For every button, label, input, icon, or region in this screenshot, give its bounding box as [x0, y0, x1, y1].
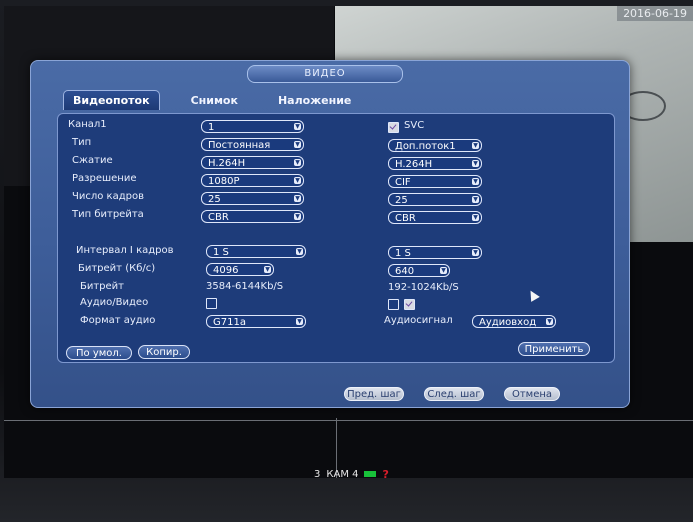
chevron-down-icon: ▼	[294, 141, 301, 148]
main-bitrate-select[interactable]: 4096 ▼	[206, 263, 274, 276]
sub-bitrate-type-select[interactable]: CBR ▼	[388, 211, 482, 224]
sub-audio-checkbox[interactable]	[404, 299, 415, 310]
resolution-label: Разрешение	[72, 173, 137, 184]
chevron-down-icon: ▼	[472, 196, 479, 203]
camera-name: КАМ 4	[326, 468, 359, 479]
audio-source-label: Аудиосигнал	[384, 315, 453, 326]
camera-status-bar: 3 КАМ 4 ?	[314, 467, 389, 479]
main-audio-video-checkbox[interactable]	[206, 298, 217, 309]
sub-frame-rate-select[interactable]: 25 ▼	[388, 193, 482, 206]
iframe-interval-label: Интервал I кадров	[76, 245, 174, 256]
cancel-button[interactable]: Отмена	[504, 387, 560, 401]
sub-type-select[interactable]: Доп.поток1 ▼	[388, 139, 482, 152]
stream-settings-panel: Канал1 1 ▼ SVC Тип Постоянная ▼ Доп.поток1…	[57, 113, 615, 363]
compression-label: Сжатие	[72, 155, 113, 166]
sub-iframe-select[interactable]: 1 S ▼	[388, 246, 482, 259]
chevron-down-icon: ▼	[440, 267, 447, 274]
chevron-down-icon: ▼	[546, 318, 553, 325]
frame-rate-label: Число кадров	[72, 191, 144, 202]
type-label: Тип	[72, 137, 92, 148]
next-step-button[interactable]: След. шаг	[424, 387, 484, 401]
main-frame-rate-select[interactable]: 25 ▼	[201, 192, 304, 205]
apply-button[interactable]: Применить	[518, 342, 590, 356]
dialog-title: ВИДЕО	[247, 65, 403, 83]
chevron-down-icon: ▼	[472, 160, 479, 167]
tab-bar: Видеопоток Снимок Наложение	[63, 90, 360, 110]
channel-label: Канал1	[68, 119, 107, 130]
sub-bitrate-select[interactable]: 640 ▼	[388, 264, 450, 277]
main-iframe-select[interactable]: 1 S ▼	[206, 245, 306, 258]
sub-resolution-select[interactable]: CIF ▼	[388, 175, 482, 188]
bitrate-type-label: Тип битрейта	[72, 209, 144, 220]
tab-snapshot[interactable]: Снимок	[182, 91, 247, 110]
copy-button[interactable]: Копир.	[138, 345, 190, 359]
chevron-down-icon: ▼	[294, 195, 301, 202]
chevron-down-icon: ▼	[294, 177, 301, 184]
audio-format-label: Формат аудио	[80, 315, 156, 326]
chevron-down-icon: ▼	[294, 159, 301, 166]
channel-number: 3	[314, 468, 321, 479]
chevron-down-icon: ▼	[264, 266, 271, 273]
bitrate-label: Битрейт (Кб/с)	[78, 263, 156, 274]
chevron-down-icon: ▼	[472, 178, 479, 185]
bitrate-range-label: Битрейт	[80, 281, 125, 292]
main-type-select[interactable]: Постоянная ▼	[201, 138, 304, 151]
main-bitrate-range: 3584-6144Kb/S	[206, 281, 284, 292]
alert-icon: ?	[382, 467, 389, 479]
audio-format-select[interactable]: G711a ▼	[206, 315, 306, 328]
chevron-down-icon: ▼	[472, 214, 479, 221]
default-button[interactable]: По умол.	[66, 346, 132, 360]
date-stamp: 2016-06-19	[617, 6, 693, 21]
tab-overlay[interactable]: Наложение	[269, 91, 360, 110]
audio-video-label: Аудио/Видео	[80, 297, 149, 308]
audio-source-select[interactable]: Аудиовход ▼	[472, 315, 556, 328]
prev-step-button[interactable]: Пред. шаг	[344, 387, 404, 401]
chevron-down-icon: ▼	[296, 318, 303, 325]
tab-video-stream[interactable]: Видеопоток	[63, 90, 160, 110]
main-resolution-select[interactable]: 1080P ▼	[201, 174, 304, 187]
svc-checkbox[interactable]	[388, 122, 399, 133]
chevron-down-icon: ▼	[294, 213, 301, 220]
video-settings-dialog: ВИДЕО Видеопоток Снимок Наложение Канал1…	[30, 60, 630, 408]
sub-compression-select[interactable]: H.264H ▼	[388, 157, 482, 170]
channel-select[interactable]: 1 ▼	[201, 120, 304, 133]
sub-bitrate-range: 192-1024Kb/S	[388, 282, 459, 293]
sub-audio-video-checkbox[interactable]	[388, 299, 399, 310]
svc-label: SVC	[404, 120, 425, 131]
grid-divider-h	[4, 420, 693, 421]
recording-indicator-icon	[364, 471, 377, 477]
chevron-down-icon: ▼	[296, 248, 303, 255]
chevron-down-icon: ▼	[294, 123, 301, 130]
chevron-down-icon: ▼	[472, 142, 479, 149]
chevron-down-icon: ▼	[472, 249, 479, 256]
main-bitrate-type-select[interactable]: CBR ▼	[201, 210, 304, 223]
main-compression-select[interactable]: H.264H ▼	[201, 156, 304, 169]
